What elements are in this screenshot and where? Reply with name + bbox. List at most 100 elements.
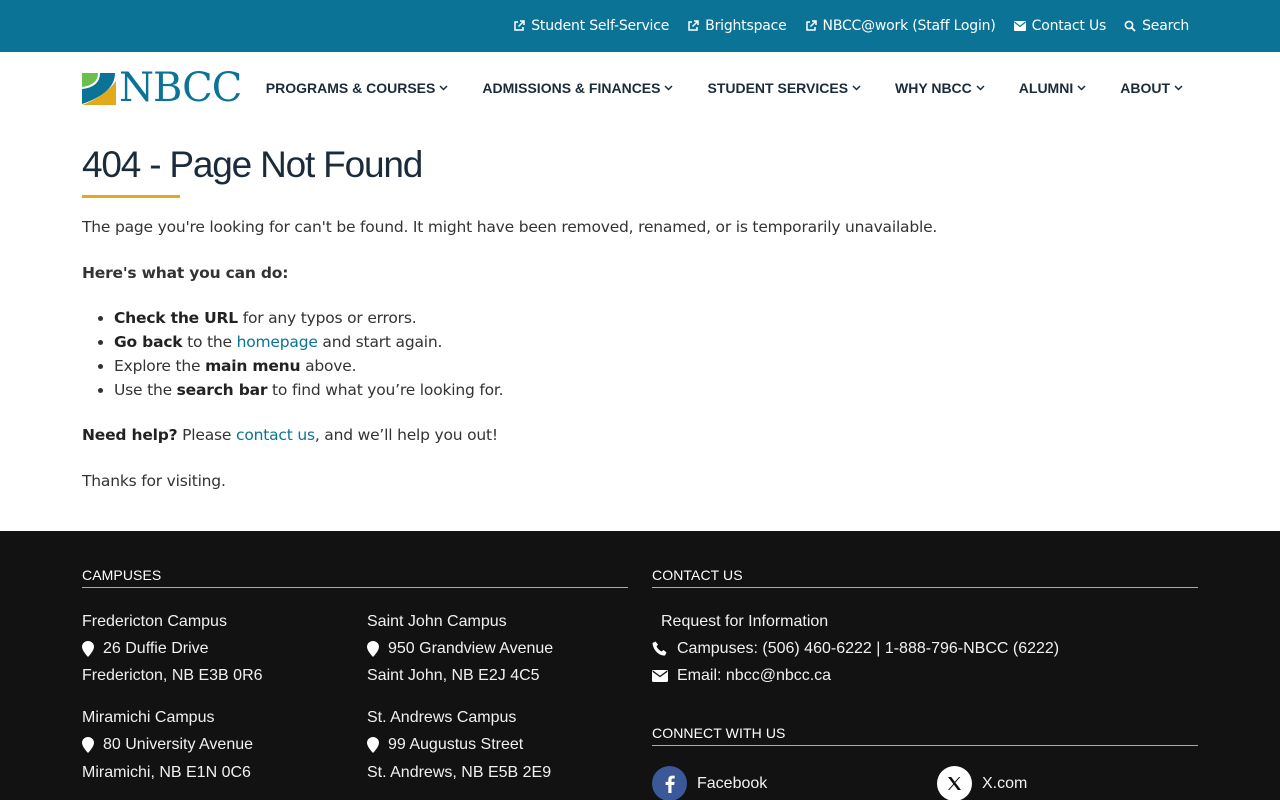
miramichi-campus-name: Miramichi Campus	[82, 709, 215, 726]
saint-john-city: Saint John, NB E2J 4C5	[367, 667, 540, 684]
nav-why-nbcc[interactable]: WHY NBCC	[895, 80, 985, 96]
x-icon	[937, 766, 972, 800]
external-link-icon	[688, 20, 699, 31]
nav-label: PROGRAMS & COURSES	[265, 80, 436, 96]
list-item-text: for any typos or errors.	[237, 309, 417, 327]
nbcc-at-work-link[interactable]: NBCC@work (Staff Login)	[805, 18, 996, 34]
page-title: 404 - Page Not Found	[82, 144, 423, 185]
email-text[interactable]: Email: nbcc@nbcc.ca	[677, 667, 831, 685]
saint-john-campus-name: Saint John Campus	[367, 613, 507, 630]
nav-admissions-finances[interactable]: ADMISSIONS & FINANCES	[482, 80, 674, 96]
campus-phone: Campuses: (506) 460-6222 | 1-888-796-NBC…	[652, 640, 1059, 658]
help-pre: Please	[177, 426, 236, 444]
list-item-bold: main menu	[205, 357, 301, 375]
x-link[interactable]: X.com	[937, 766, 1027, 800]
facebook-label: Facebook	[697, 774, 768, 792]
nav-label: ABOUT	[1120, 80, 1170, 96]
chevron-down-icon	[1174, 85, 1183, 91]
nav-label: WHY NBCC	[895, 80, 972, 96]
saint-john-street: 950 Grandview Avenue	[367, 640, 553, 658]
campuses-heading: CAMPUSES	[82, 567, 162, 583]
contact-us-label: Contact Us	[1031, 18, 1107, 34]
map-pin-icon	[367, 737, 379, 753]
nav-label: ALUMNI	[1018, 80, 1074, 96]
street-text: 99 Augustus Street	[388, 736, 524, 753]
map-pin-icon	[82, 737, 94, 753]
miramichi-street: 80 University Avenue	[82, 736, 253, 754]
chevron-down-icon	[439, 85, 448, 91]
student-self-service-link[interactable]: Student Self-Service	[513, 18, 669, 34]
list-item-bold: Go back	[114, 333, 183, 351]
external-link-icon	[805, 20, 817, 31]
logo-wordmark: NBCC	[119, 65, 242, 111]
fredericton-street: 26 Duffie Drive	[82, 640, 209, 658]
street-text: 80 University Avenue	[103, 736, 254, 753]
title-underline	[82, 195, 180, 198]
phone-text[interactable]: Campuses: (506) 460-6222 | 1-888-796-NBC…	[677, 640, 1059, 658]
nav-about[interactable]: ABOUT	[1120, 80, 1183, 96]
x-label: X.com	[982, 774, 1028, 792]
nbcc-logo[interactable]: NBCC	[82, 65, 242, 111]
contact-us-link[interactable]: Contact Us	[1013, 18, 1107, 34]
list-item-text: to the	[182, 333, 237, 351]
connect-rule	[652, 745, 1198, 746]
utility-bar: Student Self-Service Brightspace NBCC@wo…	[0, 0, 1280, 52]
todo-heading: Here's what you can do:	[82, 264, 289, 282]
facebook-link[interactable]: Facebook	[652, 766, 767, 800]
suggestion-list: Check the URL for any typos or errors. G…	[114, 306, 1198, 402]
nav-student-services[interactable]: STUDENT SERVICES	[707, 80, 861, 96]
connect-heading: CONNECT WITH US	[652, 725, 786, 741]
contact-rule	[652, 587, 1198, 588]
list-item-bold: Check the URL	[114, 309, 238, 327]
list-item-text: Explore the	[114, 357, 206, 375]
miramichi-city: Miramichi, NB E1N 0C6	[82, 764, 251, 781]
site-header: NBCC PROGRAMS & COURSES ADMISSIONS & FIN…	[0, 52, 1280, 124]
envelope-icon	[1013, 21, 1026, 31]
list-item: Explore the main menu above.	[114, 354, 1198, 378]
search-label: Search	[1142, 18, 1189, 34]
brightspace-label: Brightspace	[705, 18, 787, 34]
thanks-text: Thanks for visiting.	[82, 472, 226, 490]
contact-heading: CONTACT US	[652, 567, 743, 583]
brightspace-link[interactable]: Brightspace	[687, 18, 787, 34]
student-self-service-label: Student Self-Service	[531, 18, 670, 34]
list-item: Go back to the homepage and start again.	[114, 330, 1198, 354]
chevron-down-icon	[976, 85, 985, 91]
st-andrews-street: 99 Augustus Street	[367, 736, 523, 754]
nbcc-logo-mark-icon	[82, 73, 116, 105]
envelope-icon	[652, 670, 668, 682]
search-icon	[1124, 20, 1136, 32]
intro-text: The page you're looking for can't be fou…	[82, 218, 938, 236]
phone-icon	[652, 641, 667, 656]
list-item-text: and start again.	[317, 333, 443, 351]
chevron-down-icon	[664, 85, 674, 91]
nav-programs-courses[interactable]: PROGRAMS & COURSES	[266, 80, 449, 96]
request-info-link[interactable]: Request for Information	[661, 613, 828, 631]
nav-alumni[interactable]: ALUMNI	[1019, 80, 1086, 96]
fredericton-city: Fredericton, NB E3B 0R6	[82, 667, 263, 684]
nav-label: STUDENT SERVICES	[707, 80, 849, 96]
list-item-text: Use the	[114, 381, 177, 399]
street-text: 950 Grandview Avenue	[388, 640, 554, 657]
map-pin-icon	[367, 641, 379, 657]
facebook-icon	[652, 766, 687, 800]
list-item-text: to find what you’re looking for.	[267, 381, 504, 399]
homepage-link[interactable]: homepage	[237, 333, 318, 351]
site-footer: CAMPUSES Fredericton Campus 26 Duffie Dr…	[0, 531, 1280, 800]
list-item: Check the URL for any typos or errors.	[114, 306, 1198, 330]
utility-links: Student Self-Service Brightspace NBCC@wo…	[495, 0, 1189, 52]
contact-us-inline-link[interactable]: contact us	[236, 426, 315, 444]
map-pin-icon	[82, 641, 94, 657]
help-text: Need help? Please contact us, and we’ll …	[82, 423, 1198, 447]
help-bold: Need help?	[82, 426, 178, 444]
search-link[interactable]: Search	[1124, 18, 1189, 34]
st-andrews-city: St. Andrews, NB E5B 2E9	[367, 764, 552, 781]
nbcc-at-work-label: NBCC@work (Staff Login)	[822, 18, 996, 34]
chevron-down-icon	[852, 85, 861, 91]
fredericton-campus-name: Fredericton Campus	[82, 613, 227, 630]
chevron-down-icon	[1077, 85, 1086, 91]
street-text: 26 Duffie Drive	[103, 640, 209, 657]
main-content: 404 - Page Not Found The page you're loo…	[82, 124, 1198, 493]
external-link-icon	[514, 20, 525, 31]
campuses-rule	[82, 587, 628, 588]
